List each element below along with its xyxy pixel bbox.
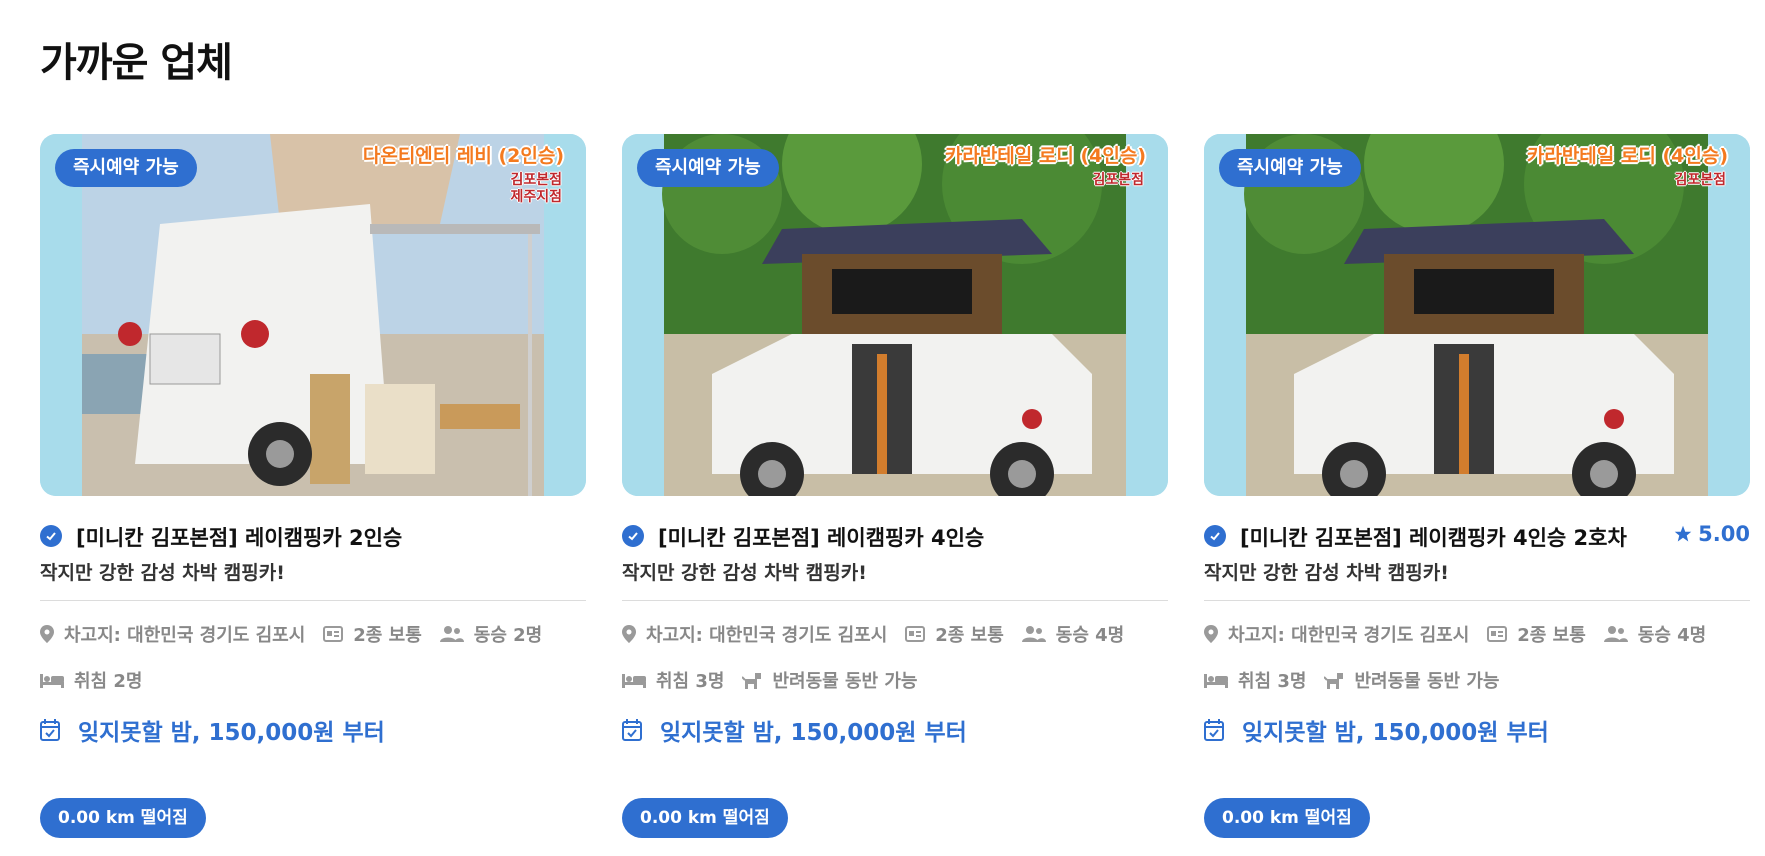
location-meta: 차고지: 대한민국 경기도 김포시 (1204, 621, 1469, 647)
bed-icon (622, 674, 646, 688)
price-text: 잊지못할 밤, 150,000원 부터 (1242, 720, 1549, 746)
listing-card[interactable]: 즉시예약 가능 카라반테일 로디 (4인승) 김포본점 [미니칸 김포본점] 레… (1204, 134, 1750, 854)
dog-icon (742, 673, 762, 689)
distance-badge: 0.00 km 떨어짐 (1204, 798, 1370, 838)
sleeping-meta: 취침 2명 (40, 667, 142, 693)
listing-photo[interactable]: 즉시예약 가능 카라반테일 로디 (4인승) 김포본점 (622, 134, 1168, 496)
sleeping-text: 취침 3명 (1238, 671, 1307, 692)
rating: 5.00 (1674, 522, 1750, 546)
location-text: 차고지: 대한민국 경기도 김포시 (64, 625, 306, 646)
calendar-check-icon (622, 719, 642, 741)
meta-row-2: 취침 3명 반려동물 동반 가능 (622, 667, 1168, 693)
id-card-icon (1487, 626, 1508, 642)
photo-caption-sub: 김포본점 (1092, 172, 1144, 188)
bed-icon (40, 674, 64, 688)
listing-title[interactable]: [미니칸 김포본점] 레이캠핑카 4인승 (658, 522, 984, 554)
listing-title[interactable]: [미니칸 김포본점] 레이캠핑카 4인승 2호차 (1240, 522, 1627, 554)
photo-caption-sub: 김포본점 제주지점 (510, 172, 562, 205)
sleeping-text: 취침 3명 (656, 671, 725, 692)
divider (622, 600, 1168, 601)
sleeping-text: 취침 2명 (74, 671, 143, 692)
price-row: 잊지못할 밤, 150,000원 부터 (622, 713, 1168, 747)
camper-van-photo (1204, 134, 1750, 496)
license-meta: 2종 보통 (905, 621, 1004, 647)
price-row: 잊지못할 밤, 150,000원 부터 (40, 713, 586, 747)
check-circle-icon (622, 525, 644, 547)
listing-card[interactable]: 즉시예약 가능 카라반테일 로디 (4인승) 김포본점 [미니칸 김포본점] 레… (622, 134, 1168, 854)
title-row: [미니칸 김포본점] 레이캠핑카 4인승 (622, 522, 1168, 554)
passenger-text: 동승 4명 (1055, 625, 1125, 646)
users-icon (1021, 626, 1046, 642)
title-row: [미니칸 김포본점] 레이캠핑카 4인승 2호차 5.00 (1204, 522, 1750, 554)
passenger-text: 동승 4명 (1637, 625, 1707, 646)
listing-card[interactable]: 즉시예약 가능 다온티엔티 레비 (2인승) 김포본점 제주지점 [미니칸 김포… (40, 134, 586, 854)
passenger-text: 동승 2명 (473, 625, 543, 646)
photo-caption: 카라반테일 로디 (4인승) (944, 145, 1146, 167)
sleeping-meta: 취침 3명 (1204, 667, 1306, 693)
passenger-meta: 동승 4명 (1603, 621, 1707, 647)
check-circle-icon (1204, 525, 1226, 547)
distance-badge: 0.00 km 떨어짐 (622, 798, 788, 838)
license-text: 2종 보통 (935, 625, 1004, 646)
title-row: [미니칸 김포본점] 레이캠핑카 2인승 (40, 522, 586, 554)
pets-text: 반려동물 동반 가능 (1354, 671, 1500, 692)
instant-booking-badge: 즉시예약 가능 (1219, 149, 1361, 187)
divider (40, 600, 586, 601)
listing-title[interactable]: [미니칸 김포본점] 레이캠핑카 2인승 (76, 522, 402, 554)
distance-badge: 0.00 km 떨어짐 (40, 798, 206, 838)
listing-subtitle: 작지만 강한 감성 차박 캠핑카! (1204, 562, 1449, 584)
listing-photo[interactable]: 즉시예약 가능 다온티엔티 레비 (2인승) 김포본점 제주지점 (40, 134, 586, 496)
rating-value: 5.00 (1698, 522, 1750, 546)
camper-van-photo (40, 134, 586, 496)
location-meta: 차고지: 대한민국 경기도 김포시 (40, 621, 305, 647)
photo-caption: 카라반테일 로디 (4인승) (1526, 145, 1728, 167)
meta-row: 차고지: 대한민국 경기도 김포시 2종 보통 동승 4명 (1204, 621, 1750, 647)
bed-icon (1204, 674, 1228, 688)
instant-booking-badge: 즉시예약 가능 (637, 149, 779, 187)
id-card-icon (323, 626, 344, 642)
listing-subtitle: 작지만 강한 감성 차박 캠핑카! (622, 562, 867, 584)
section-title: 가까운 업체 (40, 40, 233, 86)
license-text: 2종 보통 (353, 625, 422, 646)
dog-icon (1324, 673, 1344, 689)
price-text: 잊지못할 밤, 150,000원 부터 (660, 720, 967, 746)
map-pin-icon (622, 625, 636, 643)
passenger-meta: 동승 4명 (1021, 621, 1125, 647)
photo-caption-sub: 김포본점 (1674, 172, 1726, 188)
check-circle-icon (40, 525, 62, 547)
location-text: 차고지: 대한민국 경기도 김포시 (646, 625, 888, 646)
divider (1204, 600, 1750, 601)
price-row: 잊지못할 밤, 150,000원 부터 (1204, 713, 1750, 747)
star-icon (1674, 525, 1692, 542)
listing-subtitle: 작지만 강한 감성 차박 캠핑카! (40, 562, 285, 584)
license-meta: 2종 보통 (323, 621, 422, 647)
map-pin-icon (1204, 625, 1218, 643)
photo-caption: 다온티엔티 레비 (2인승) (362, 145, 564, 167)
page: 가까운 업체 즉시예약 가능 다온티엔티 레비 (2인승) 김포본점 제주지점 … (0, 0, 1765, 856)
users-icon (1603, 626, 1628, 642)
license-text: 2종 보통 (1517, 625, 1586, 646)
pets-meta: 반려동물 동반 가능 (1324, 667, 1500, 693)
location-text: 차고지: 대한민국 경기도 김포시 (1228, 625, 1470, 646)
price-text: 잊지못할 밤, 150,000원 부터 (78, 720, 385, 746)
card-list: 즉시예약 가능 다온티엔티 레비 (2인승) 김포본점 제주지점 [미니칸 김포… (40, 134, 1750, 854)
meta-row: 차고지: 대한민국 경기도 김포시 2종 보통 동승 4명 (622, 621, 1168, 647)
location-meta: 차고지: 대한민국 경기도 김포시 (622, 621, 887, 647)
listing-photo[interactable]: 즉시예약 가능 카라반테일 로디 (4인승) 김포본점 (1204, 134, 1750, 496)
id-card-icon (905, 626, 926, 642)
meta-row-2: 취침 2명 (40, 667, 586, 693)
passenger-meta: 동승 2명 (439, 621, 543, 647)
calendar-check-icon (40, 719, 60, 741)
license-meta: 2종 보통 (1487, 621, 1586, 647)
meta-row-2: 취침 3명 반려동물 동반 가능 (1204, 667, 1750, 693)
instant-booking-badge: 즉시예약 가능 (55, 149, 197, 187)
calendar-check-icon (1204, 719, 1224, 741)
pets-meta: 반려동물 동반 가능 (742, 667, 918, 693)
map-pin-icon (40, 625, 54, 643)
sleeping-meta: 취침 3명 (622, 667, 724, 693)
meta-row: 차고지: 대한민국 경기도 김포시 2종 보통 동승 2명 (40, 621, 586, 647)
users-icon (439, 626, 464, 642)
pets-text: 반려동물 동반 가능 (772, 671, 918, 692)
camper-van-photo (622, 134, 1168, 496)
